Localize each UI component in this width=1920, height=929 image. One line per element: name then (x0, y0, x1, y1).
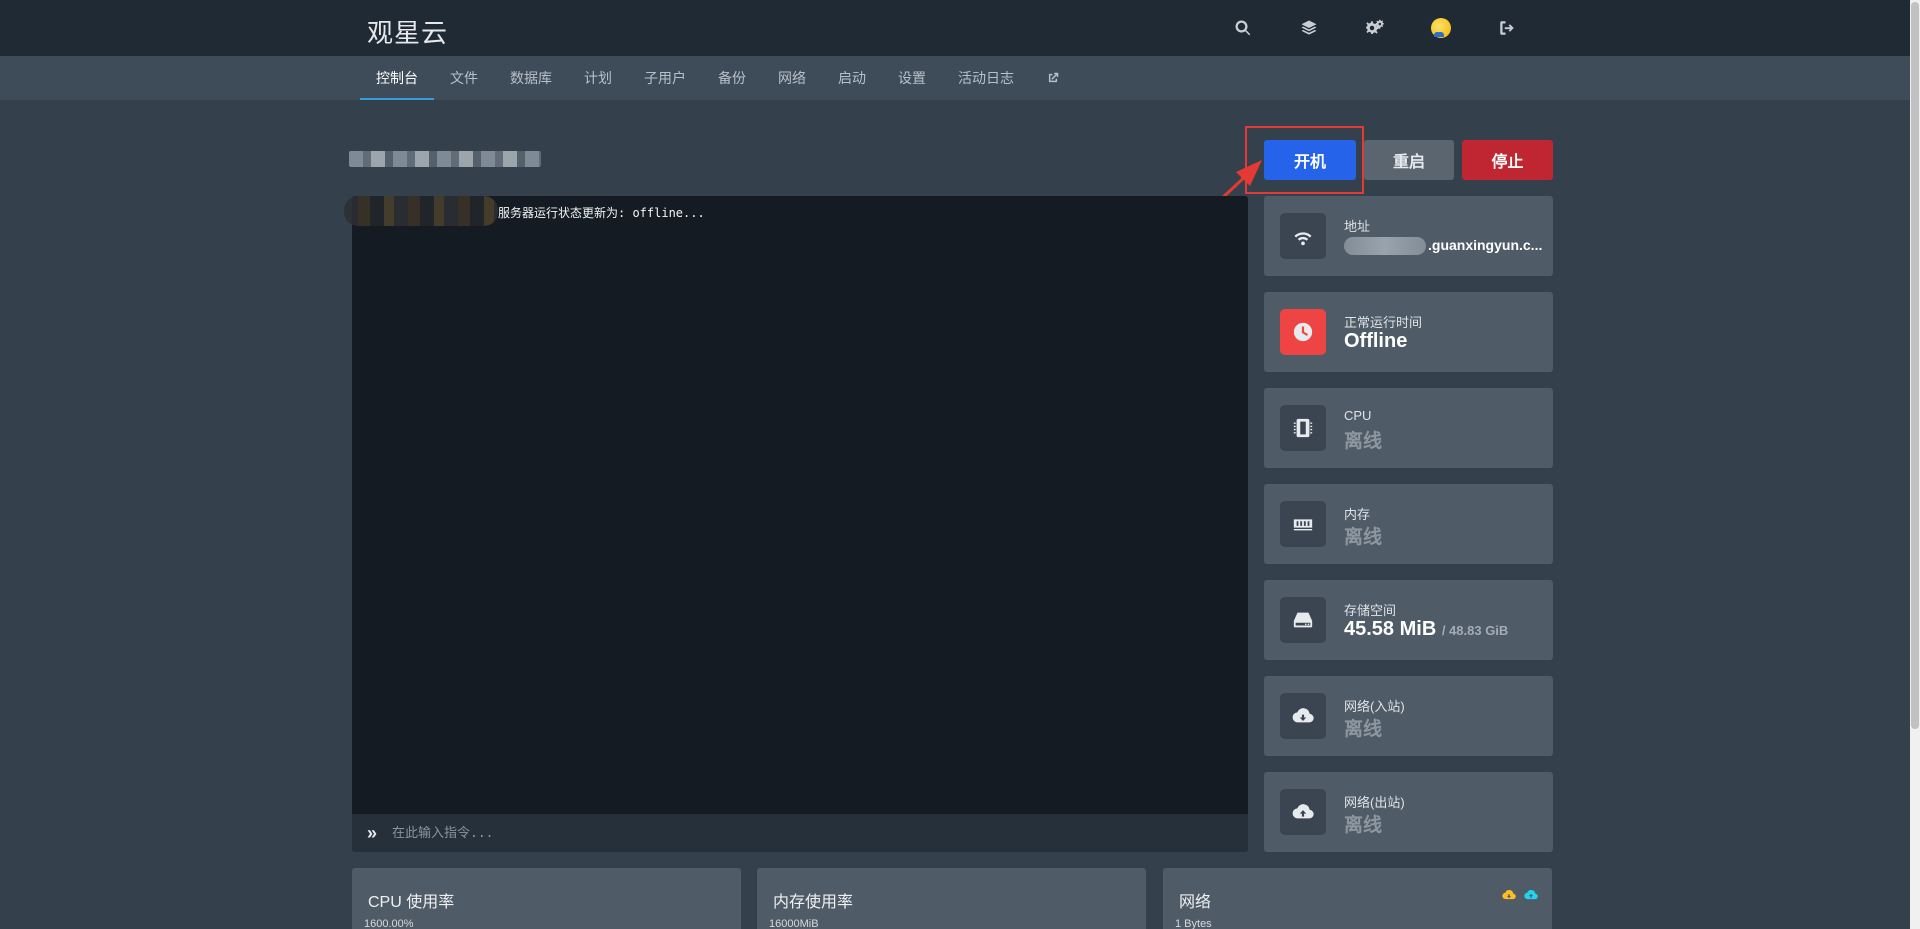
cloud-download-icon (1280, 693, 1326, 739)
search-icon[interactable] (1210, 0, 1276, 56)
stat-value: 45.58 MiB / 48.83 GiB (1344, 618, 1509, 640)
tab-startup[interactable]: 启动 (822, 56, 882, 100)
nav-bar: 控制台 文件 数据库 计划 子用户 备份 网络 启动 设置 活动日志 (0, 56, 1910, 100)
logout-icon[interactable] (1474, 0, 1540, 56)
network-graph: 网络 1 Bytes (1163, 868, 1552, 929)
stat-cpu: CPU 离线 (1264, 388, 1553, 468)
microchip-icon (1280, 405, 1326, 451)
stat-uptime: 正常运行时间 Offline (1264, 292, 1553, 372)
stat-network-out: 网络(出站) 离线 (1264, 772, 1553, 852)
console-prefix-redacted (344, 196, 498, 226)
scrollbar[interactable] (1910, 0, 1920, 929)
cloud-upload-icon (1280, 789, 1326, 835)
console-command-bar: » (352, 814, 1248, 852)
memory-icon (1280, 501, 1326, 547)
stat-memory: 内存 离线 (1264, 484, 1553, 564)
wifi-icon (1280, 213, 1326, 259)
double-chevron-right-icon: » (366, 822, 377, 843)
external-link-icon[interactable] (1030, 56, 1076, 100)
stat-network-in: 网络(入站) 离线 (1264, 676, 1553, 756)
cpu-usage-graph: CPU 使用率 1600.00% (352, 868, 741, 929)
tab-databases[interactable]: 数据库 (494, 56, 568, 100)
memory-usage-graph: 内存使用率 16000MiB (757, 868, 1146, 929)
stat-value: 离线 (1344, 815, 1383, 836)
stat-label: 网络(入站) (1344, 699, 1405, 714)
stat-value[interactable]: .guanxingyun.c... (1344, 237, 1542, 256)
stat-label: 正常运行时间 (1344, 315, 1423, 330)
stat-label: 地址 (1344, 219, 1371, 234)
layers-icon[interactable] (1276, 0, 1342, 56)
start-button[interactable]: 开机 (1264, 140, 1356, 180)
stat-value: Offline (1344, 330, 1408, 352)
power-controls: 开机 重启 停止 (1264, 140, 1553, 180)
cloud-download-icon (1502, 890, 1516, 900)
graph-axis-max: 16000MiB (769, 918, 819, 929)
top-bar: 观星云 (0, 0, 1910, 56)
graph-axis-max: 1600.00% (364, 918, 414, 929)
avatar (1431, 18, 1451, 38)
user-avatar[interactable] (1408, 0, 1474, 56)
stat-address: 地址 .guanxingyun.c... (1264, 196, 1553, 276)
stat-label: 网络(出站) (1344, 795, 1405, 810)
stat-disk: 存储空间 45.58 MiB / 48.83 GiB (1264, 580, 1553, 660)
stop-button[interactable]: 停止 (1462, 140, 1553, 180)
tab-network[interactable]: 网络 (762, 56, 822, 100)
brand-logo[interactable]: 观星云 (367, 13, 448, 50)
command-input[interactable] (392, 814, 1248, 852)
stat-value: 离线 (1344, 431, 1383, 452)
stat-label: CPU (1344, 408, 1372, 423)
stat-label: 内存 (1344, 507, 1371, 522)
address-redacted (1344, 237, 1426, 256)
tab-settings[interactable]: 设置 (882, 56, 942, 100)
graph-title: 内存使用率 (773, 894, 854, 911)
server-name-redacted (349, 151, 541, 167)
hdd-icon (1280, 597, 1326, 643)
tab-schedules[interactable]: 计划 (568, 56, 628, 100)
graph-axis-max: 1 Bytes (1175, 918, 1212, 929)
stat-value: 离线 (1344, 527, 1383, 548)
cogs-icon[interactable] (1342, 0, 1408, 56)
stat-label: 存储空间 (1344, 603, 1397, 618)
nav-tabs: 控制台 文件 数据库 计划 子用户 备份 网络 启动 设置 活动日志 (360, 56, 1076, 100)
tab-backups[interactable]: 备份 (702, 56, 762, 100)
network-legend (1502, 888, 1538, 902)
restart-button[interactable]: 重启 (1364, 140, 1454, 180)
tab-files[interactable]: 文件 (434, 56, 494, 100)
graph-title: CPU 使用率 (368, 894, 455, 911)
scrollbar-thumb[interactable] (1911, 2, 1919, 729)
clock-icon (1280, 309, 1326, 355)
stat-value: 离线 (1344, 719, 1383, 740)
console-output: 服务器运行状态更新为: offline... (344, 196, 1248, 814)
tab-console[interactable]: 控制台 (360, 56, 434, 100)
tab-activity-log[interactable]: 活动日志 (942, 56, 1030, 100)
console-line: 服务器运行状态更新为: offline... (498, 206, 705, 220)
top-icons (1210, 0, 1540, 56)
cloud-upload-icon (1524, 890, 1538, 900)
tab-subusers[interactable]: 子用户 (628, 56, 702, 100)
graph-title: 网络 (1179, 894, 1212, 911)
